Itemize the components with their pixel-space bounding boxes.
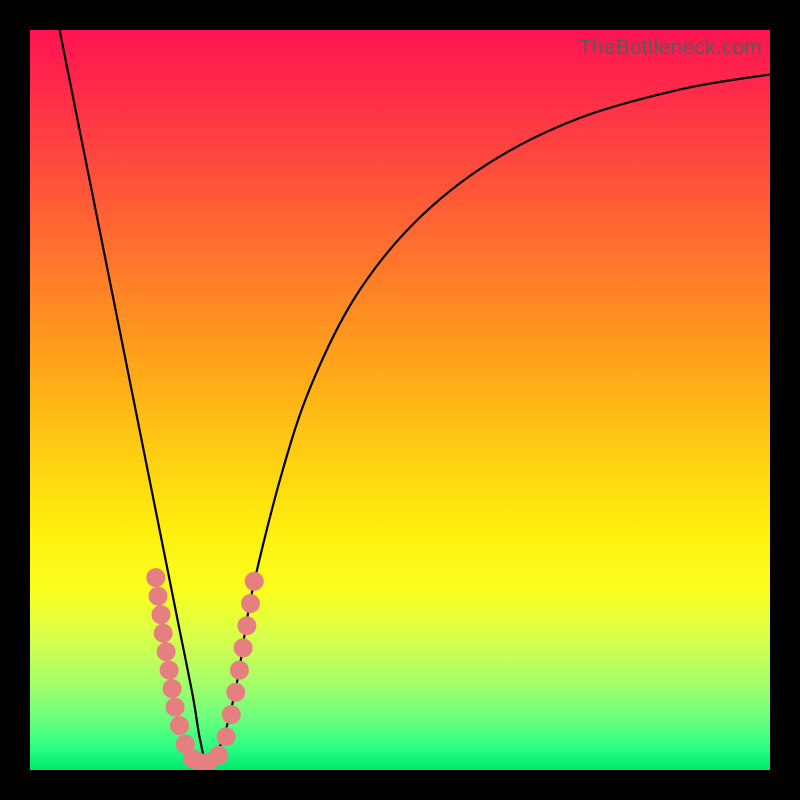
data-marker [245,572,263,590]
data-marker [234,639,252,657]
data-marker [210,746,228,764]
data-marker [166,698,184,716]
chart-svg [30,30,770,770]
data-marker [227,683,245,701]
data-marker [157,643,175,661]
chart-frame: TheBottleneck.com [0,0,800,800]
data-marker [222,706,240,724]
data-marker [154,624,172,642]
data-marker [163,680,181,698]
data-marker [170,717,188,735]
data-marker [152,606,170,624]
plot-area: TheBottleneck.com [30,30,770,770]
data-marker [238,617,256,635]
data-markers [147,569,263,770]
data-marker [230,661,248,679]
data-marker [242,595,260,613]
data-marker [149,587,167,605]
data-marker [160,661,178,679]
data-marker [147,569,165,587]
data-marker [217,728,235,746]
